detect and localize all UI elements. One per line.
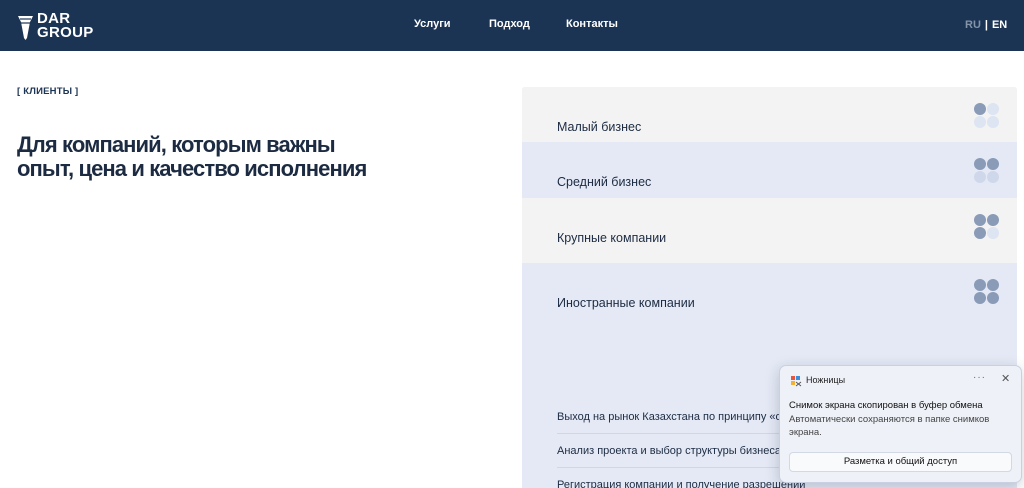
dar-group-logo[interactable]: DAR GROUP <box>17 11 107 42</box>
snipping-tool-icon <box>791 376 802 387</box>
level-dot <box>974 292 986 304</box>
lang-en-link[interactable]: EN <box>992 19 1007 31</box>
title-line-2: опыт, цена и качество исполнения <box>17 156 367 181</box>
snipping-notification[interactable]: Ножницы ··· ✕ Снимок экрана скопирован в… <box>779 365 1022 483</box>
level-dot <box>974 279 986 291</box>
level-dot <box>987 292 999 304</box>
toast-body: Автоматически сохраняются в папке снимко… <box>789 414 990 438</box>
close-icon[interactable]: ✕ <box>1001 372 1010 385</box>
nav-link-contacts[interactable]: Контакты <box>566 18 618 30</box>
level-dot <box>974 214 986 226</box>
client-row-label: Крупные компании <box>557 231 667 245</box>
level-dots-icon <box>974 103 1000 129</box>
level-dot <box>987 227 999 239</box>
logo-line-2: GROUP <box>37 24 94 41</box>
client-row-medium-business[interactable]: Средний бизнес <box>522 142 1017 198</box>
level-dot <box>974 116 986 128</box>
nav-link-approach[interactable]: Подход <box>489 18 530 30</box>
site-header: DAR GROUP Услуги Подход Контакты RU | EN <box>0 0 1024 51</box>
level-dot <box>974 158 986 170</box>
level-dot <box>987 214 999 226</box>
level-dot <box>974 103 986 115</box>
toast-app-name: Ножницы <box>806 375 846 385</box>
client-row-label: Иностранные компании <box>557 296 695 310</box>
level-dots-icon <box>974 214 1000 240</box>
page-title: Для компаний, которым важны опыт, цена и… <box>17 133 437 181</box>
client-row-label: Средний бизнес <box>557 175 652 189</box>
level-dot <box>987 103 999 115</box>
toast-title: Снимок экрана скопирован в буфер обмена <box>789 400 983 411</box>
level-dots-icon <box>974 158 1000 184</box>
language-switcher: RU | EN <box>965 19 1007 31</box>
lang-ru-link[interactable]: RU <box>965 19 981 31</box>
client-row-label: Малый бизнес <box>557 120 642 134</box>
logo-icon <box>18 16 33 40</box>
level-dot <box>987 158 999 170</box>
nav-link-services[interactable]: Услуги <box>414 18 451 30</box>
client-row-small-business[interactable]: Малый бизнес <box>522 87 1017 142</box>
lang-separator: | <box>984 19 988 31</box>
client-row-large-companies[interactable]: Крупные компании <box>522 198 1017 263</box>
markup-share-button[interactable]: Разметка и общий доступ <box>789 452 1012 472</box>
level-dot <box>987 171 999 183</box>
more-options-icon[interactable]: ··· <box>973 372 986 383</box>
level-dot <box>974 171 986 183</box>
level-dots-icon <box>974 279 1000 305</box>
section-tag: [ КЛИЕНТЫ ] <box>17 86 79 97</box>
title-line-1: Для компаний, которым важны <box>17 132 336 157</box>
level-dot <box>987 116 999 128</box>
logo-text: DAR GROUP <box>37 11 94 41</box>
level-dot <box>987 279 999 291</box>
level-dot <box>974 227 986 239</box>
